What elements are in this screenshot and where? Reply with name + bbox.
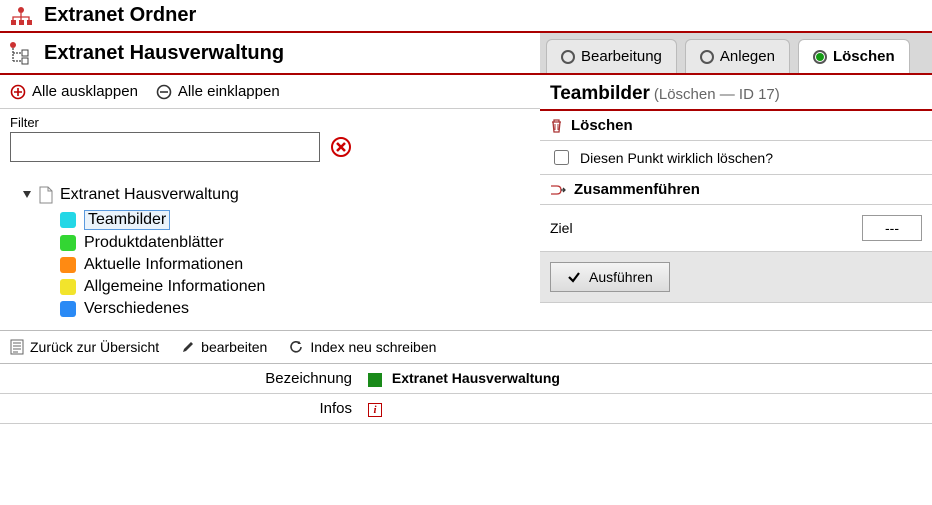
expand-all-button[interactable]: Alle ausklappen [10,83,138,100]
right-panel-title: Teambilder [550,83,650,104]
tab-label: Anlegen [720,48,775,65]
tree-item-label: Verschiedenes [84,300,189,318]
reindex-label: Index neu schreiben [310,339,436,355]
tree-item-label: Allgemeine Informationen [84,278,265,296]
color-square-icon [60,235,76,251]
plus-circle-icon [10,84,26,100]
color-square-icon [60,279,76,295]
detail-value-bezeichnung: Extranet Hausverwaltung [392,370,560,386]
tab-bar: Bearbeitung Anlegen Löschen [540,33,932,75]
tree-item[interactable]: Teambilder [60,208,530,232]
reindex-button[interactable]: Index neu schreiben [289,339,436,355]
radio-icon [813,50,827,64]
tree-root[interactable]: Extranet Hausverwaltung [22,186,530,204]
merge-section-title: Zusammenführen [574,181,700,198]
page-icon [38,186,54,204]
execute-label: Ausführen [589,269,653,285]
tree-item-label: Teambilder [84,210,170,230]
back-label: Zurück zur Übersicht [30,339,159,355]
tree-root-label: Extranet Hausverwaltung [60,186,239,204]
edit-button[interactable]: bearbeiten [181,339,267,355]
tree-item[interactable]: Aktuelle Informationen [60,254,530,276]
section-title: Extranet Hausverwaltung [44,42,284,65]
execute-button[interactable]: Ausführen [550,262,670,292]
check-icon [567,270,581,284]
confirm-delete-checkbox[interactable] [554,150,569,165]
tree-branch-icon [6,41,36,65]
info-icon[interactable]: i [368,403,382,417]
back-to-overview-button[interactable]: Zurück zur Übersicht [10,339,159,355]
collapse-all-label: Alle einklappen [178,83,280,100]
clear-filter-icon[interactable] [330,136,352,158]
delete-section-title: Löschen [571,117,633,134]
merge-icon [550,183,566,197]
color-square-icon [60,212,76,228]
minus-circle-icon [156,84,172,100]
collapse-all-button[interactable]: Alle einklappen [156,83,280,100]
tab-loeschen[interactable]: Löschen [798,39,910,73]
tree-item[interactable]: Allgemeine Informationen [60,276,530,298]
target-select[interactable]: --- [862,215,922,241]
filter-input[interactable] [10,132,320,162]
list-icon [10,339,24,355]
tab-label: Bearbeitung [581,48,662,65]
detail-label-bezeichnung: Bezeichnung [0,364,360,394]
tree-item[interactable]: Produktdatenblätter [60,232,530,254]
pencil-icon [181,340,195,354]
tree-item-label: Aktuelle Informationen [84,256,243,274]
expand-all-label: Alle ausklappen [32,83,138,100]
filter-label: Filter [10,115,530,130]
radio-icon [700,50,714,64]
tab-bearbeitung[interactable]: Bearbeitung [546,39,677,73]
edit-label: bearbeiten [201,339,267,355]
radio-icon [561,50,575,64]
tab-anlegen[interactable]: Anlegen [685,39,790,73]
color-square-icon [60,301,76,317]
collapse-caret-icon [22,190,32,200]
target-label: Ziel [550,220,573,236]
color-square-icon [60,257,76,273]
page-title: Extranet Ordner [44,4,196,27]
tree-item-label: Produktdatenblätter [84,234,224,252]
trash-icon [550,119,563,133]
detail-label-infos: Infos [0,394,360,424]
refresh-icon [289,340,304,355]
tab-label: Löschen [833,48,895,65]
right-panel-subtitle: (Löschen — ID 17) [654,86,780,103]
org-icon [6,6,36,26]
confirm-delete-label: Diesen Punkt wirklich löschen? [580,150,773,166]
color-square-icon [368,373,382,387]
folder-tree: Extranet Hausverwaltung Teambilder Produk… [0,164,540,330]
tree-item[interactable]: Verschiedenes [60,298,530,320]
